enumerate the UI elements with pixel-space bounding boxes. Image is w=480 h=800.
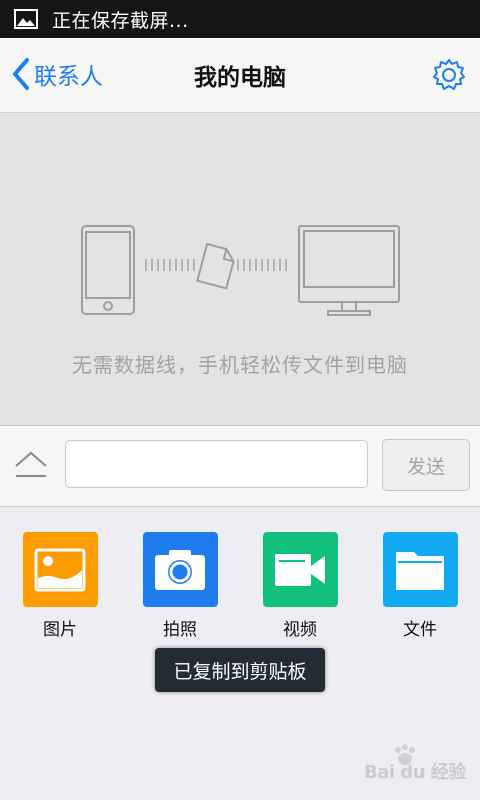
image-icon	[14, 9, 38, 29]
action-label: 文件	[403, 620, 437, 640]
action-label: 视频	[283, 620, 317, 640]
gear-icon[interactable]	[432, 58, 466, 92]
action-label: 图片	[43, 620, 77, 640]
watermark: Bai du 经验	[362, 744, 472, 788]
hero-panel: 无需数据线，手机轻松传文件到电脑	[0, 113, 480, 426]
video-action[interactable]: 视频	[250, 532, 350, 640]
file-tile	[382, 532, 458, 607]
phone-to-computer-illustration	[81, 225, 400, 316]
photo-action[interactable]: 图片	[10, 532, 110, 640]
status-bar: 正在保存截屏...	[0, 0, 480, 38]
monitor-icon	[298, 225, 400, 316]
video-tile	[262, 532, 338, 607]
folder-icon	[396, 551, 444, 590]
action-label: 拍照	[163, 620, 197, 640]
toast-message: 已复制到剪贴板	[155, 648, 325, 692]
hero-caption: 无需数据线，手机轻松传文件到电脑	[72, 353, 408, 377]
transfer-dashes-left	[145, 259, 195, 271]
file-action[interactable]: 文件	[370, 532, 470, 640]
chevron-up-icon[interactable]	[14, 448, 48, 484]
camera-action[interactable]: 拍照	[130, 532, 230, 640]
camera-tile	[142, 532, 218, 607]
send-button[interactable]: 发送	[382, 439, 470, 491]
input-bar: 发送	[0, 426, 480, 507]
phone-icon	[81, 225, 135, 315]
watermark-text: Bai du 经验	[364, 762, 466, 783]
document-icon	[196, 242, 235, 290]
camera-icon	[155, 549, 205, 590]
transfer-dashes-right	[237, 259, 287, 271]
page-title: 我的电脑	[194, 65, 286, 91]
video-icon	[275, 553, 325, 586]
photo-tile	[22, 532, 98, 607]
nav-bar: 联系人 我的电脑	[0, 38, 480, 113]
message-input[interactable]	[65, 440, 368, 488]
image-icon	[34, 548, 86, 591]
status-text: 正在保存截屏...	[52, 9, 189, 32]
